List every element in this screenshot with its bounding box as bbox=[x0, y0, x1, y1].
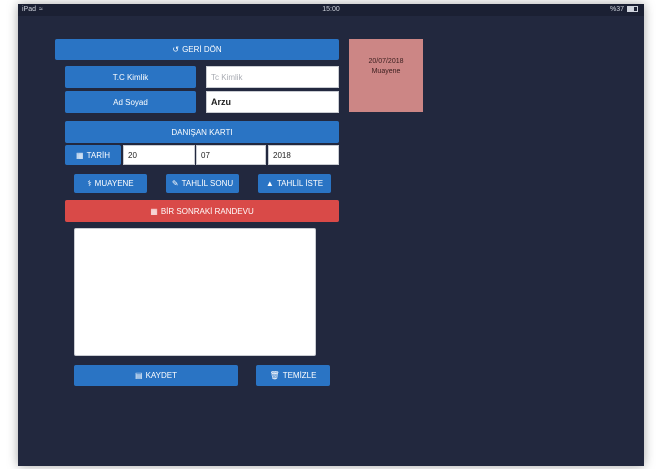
tahlil-sonu-button[interactable]: ✎ TAHLİL SONU bbox=[166, 174, 239, 193]
date-year-value: 2018 bbox=[273, 150, 291, 160]
date-label-text: TARİH bbox=[86, 150, 110, 160]
date-day-input[interactable]: 20 bbox=[123, 145, 195, 165]
device-screen: iPad ≈ 15:00 %37 ↺ GERİ DÖN T.C Kimlik Tc… bbox=[18, 4, 644, 466]
stethoscope-icon: ⚕ bbox=[87, 179, 92, 188]
save-button[interactable]: ▤ KAYDET bbox=[74, 365, 238, 386]
ad-soyad-value: Arzu bbox=[211, 97, 231, 107]
date-month-value: 07 bbox=[201, 150, 210, 160]
calendar-icon: ▦ bbox=[150, 206, 158, 216]
status-right: %37 bbox=[610, 4, 638, 16]
muayene-button[interactable]: ⚕ MUAYENE bbox=[74, 174, 147, 193]
battery-icon bbox=[627, 6, 638, 12]
note-date: 20/07/2018 bbox=[368, 58, 404, 65]
next-appointment-button[interactable]: ▦ BİR SONRAKİ RANDEVU bbox=[65, 200, 339, 222]
tc-kimlik-label: T.C Kimlik bbox=[65, 66, 196, 88]
note-type: Muayene bbox=[371, 68, 401, 75]
date-month-input[interactable]: 07 bbox=[196, 145, 266, 165]
calendar-icon: ▦ bbox=[76, 150, 84, 160]
tc-kimlik-placeholder: Tc Kimlik bbox=[211, 72, 243, 82]
date-year-input[interactable]: 2018 bbox=[268, 145, 339, 165]
appointment-note-card[interactable]: 20/07/2018 Muayene bbox=[349, 39, 423, 112]
tahlil-iste-button[interactable]: ▲ TAHLİL İSTE bbox=[258, 174, 331, 193]
back-button[interactable]: ↺ GERİ DÖN bbox=[55, 39, 339, 60]
tc-kimlik-label-text: T.C Kimlik bbox=[112, 72, 149, 82]
next-appointment-label: BİR SONRAKİ RANDEVU bbox=[160, 206, 254, 216]
refresh-back-icon: ↺ bbox=[172, 45, 180, 54]
battery-percent: %37 bbox=[609, 6, 624, 13]
ad-soyad-input[interactable]: Arzu bbox=[206, 91, 339, 113]
tc-kimlik-input[interactable]: Tc Kimlik bbox=[206, 66, 339, 88]
date-label: ▦ TARİH bbox=[65, 145, 121, 165]
ad-soyad-label: Ad Soyad bbox=[65, 91, 196, 113]
danisan-karti-title: DANIŞAN KARTI bbox=[171, 127, 233, 137]
status-time: 15:00 bbox=[322, 6, 340, 13]
back-button-label: GERİ DÖN bbox=[182, 45, 222, 54]
clear-button[interactable]: 🗑 TEMİZLE bbox=[256, 365, 330, 386]
floppy-disk-icon: ▤ bbox=[135, 371, 143, 380]
edit-icon: ✎ bbox=[171, 179, 179, 188]
date-day-value: 20 bbox=[128, 150, 137, 160]
ad-soyad-label-text: Ad Soyad bbox=[113, 97, 148, 107]
clear-label: TEMİZLE bbox=[282, 371, 317, 380]
tahlil-sonu-label: TAHLİL SONU bbox=[181, 179, 234, 188]
status-bar: iPad ≈ 15:00 %37 bbox=[18, 4, 644, 16]
flask-icon: ▲ bbox=[265, 179, 274, 188]
muayene-label: MUAYENE bbox=[94, 179, 134, 188]
save-label: KAYDET bbox=[145, 371, 177, 380]
notes-textarea[interactable] bbox=[74, 228, 316, 356]
trash-icon: 🗑 bbox=[269, 371, 280, 380]
danisan-karti-header: DANIŞAN KARTI bbox=[65, 121, 339, 143]
tahlil-iste-label: TAHLİL İSTE bbox=[276, 179, 324, 188]
